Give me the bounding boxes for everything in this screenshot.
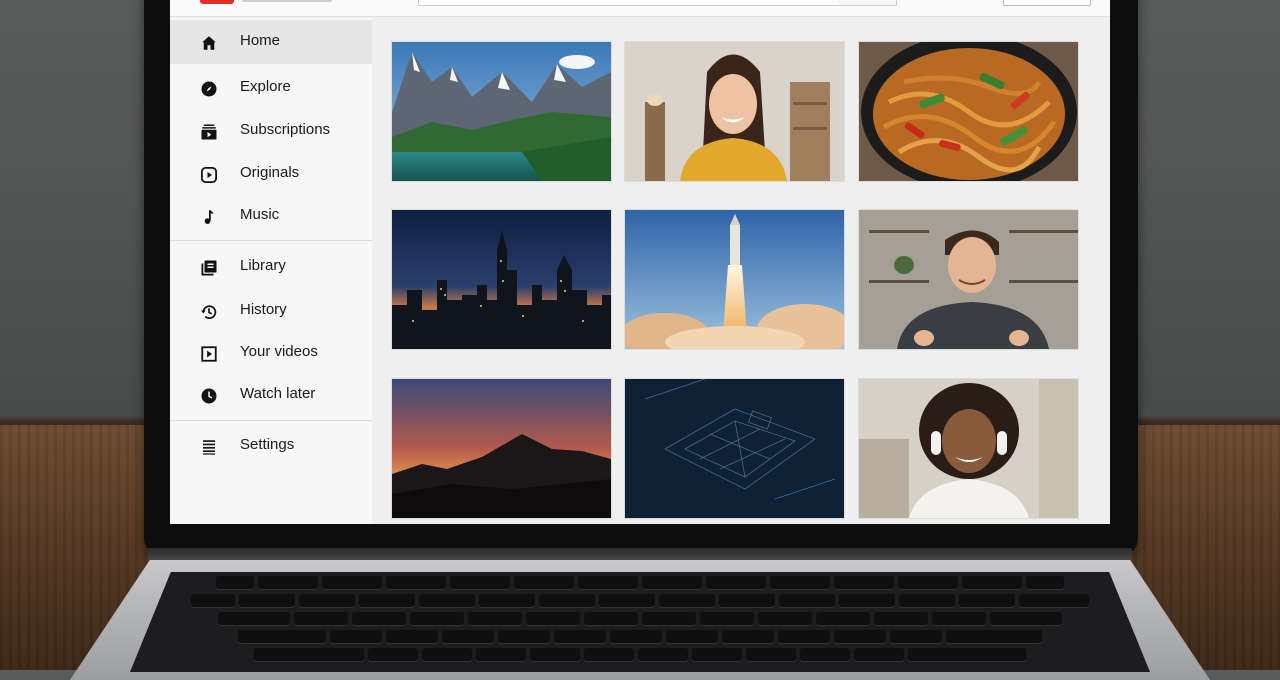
sidebar-item-watch-later[interactable]: Watch later: [170, 373, 372, 417]
keyboard: [130, 572, 1150, 672]
compass-icon: [198, 78, 220, 100]
sidebar-divider: [170, 420, 372, 421]
video-thumbnail-man-talking[interactable]: [859, 210, 1078, 349]
video-thumbnail-noodles-bowl[interactable]: [859, 42, 1078, 181]
sidebar-item-label: Music: [240, 206, 280, 223]
sidebar-item-history[interactable]: History: [170, 289, 372, 333]
video-thumbnail-city-skyline-night[interactable]: [392, 210, 611, 349]
sidebar-item-music[interactable]: Music: [170, 194, 372, 238]
subscriptions-icon: [198, 121, 220, 143]
sidebar-item-label: Your videos: [240, 343, 318, 360]
library-icon: [198, 257, 220, 279]
sidebar-item-library[interactable]: Library: [170, 245, 372, 289]
play-circle-icon: [198, 164, 220, 186]
sidebar-item-label: Explore: [240, 78, 291, 95]
sidebar-item-home[interactable]: Home: [170, 20, 372, 64]
account-button[interactable]: [1003, 0, 1091, 6]
sidebar-item-label: Settings: [240, 436, 295, 453]
video-thumbnail-rocket-launch[interactable]: [625, 210, 844, 349]
history-icon: [198, 301, 220, 323]
logo[interactable]: [200, 0, 234, 4]
settings-icon: [198, 436, 220, 458]
home-icon: [198, 32, 220, 54]
sidebar-item-label: Originals: [240, 164, 300, 181]
play-square-icon: [198, 343, 220, 365]
sidebar-item-label: Home: [240, 32, 281, 49]
video-thumbnail-mountain-sunset[interactable]: [392, 379, 611, 518]
video-thumbnail-blueprint[interactable]: [625, 379, 844, 518]
sidebar-item-settings[interactable]: Settings: [170, 424, 372, 468]
sidebar: Home Explore Subscriptions Originals Mus: [170, 18, 372, 524]
sidebar-item-explore[interactable]: Explore: [170, 66, 372, 110]
video-thumbnail-smiling-woman[interactable]: [625, 42, 844, 181]
music-note-icon: [198, 206, 220, 228]
video-thumbnail-mountain-lake[interactable]: [392, 42, 611, 181]
video-thumbnail-woman-headphones[interactable]: [859, 379, 1078, 518]
sidebar-item-your-videos[interactable]: Your videos: [170, 331, 372, 375]
sidebar-item-label: Subscriptions: [240, 121, 331, 138]
sidebar-item-subscriptions[interactable]: Subscriptions: [170, 109, 372, 153]
sidebar-item-originals[interactable]: Originals: [170, 152, 372, 196]
sidebar-item-label: Library: [240, 257, 286, 274]
search-input[interactable]: [418, 0, 840, 6]
sidebar-divider: [170, 240, 372, 241]
sidebar-item-label: History: [240, 301, 287, 318]
laptop-screen: Home Explore Subscriptions Originals Mus: [170, 0, 1110, 524]
video-grid: [372, 18, 1110, 524]
search-button[interactable]: [838, 0, 897, 6]
top-bar: [170, 0, 1110, 17]
sidebar-item-label: Watch later: [240, 385, 316, 402]
logo-wordmark: [242, 0, 332, 2]
clock-icon: [198, 385, 220, 407]
